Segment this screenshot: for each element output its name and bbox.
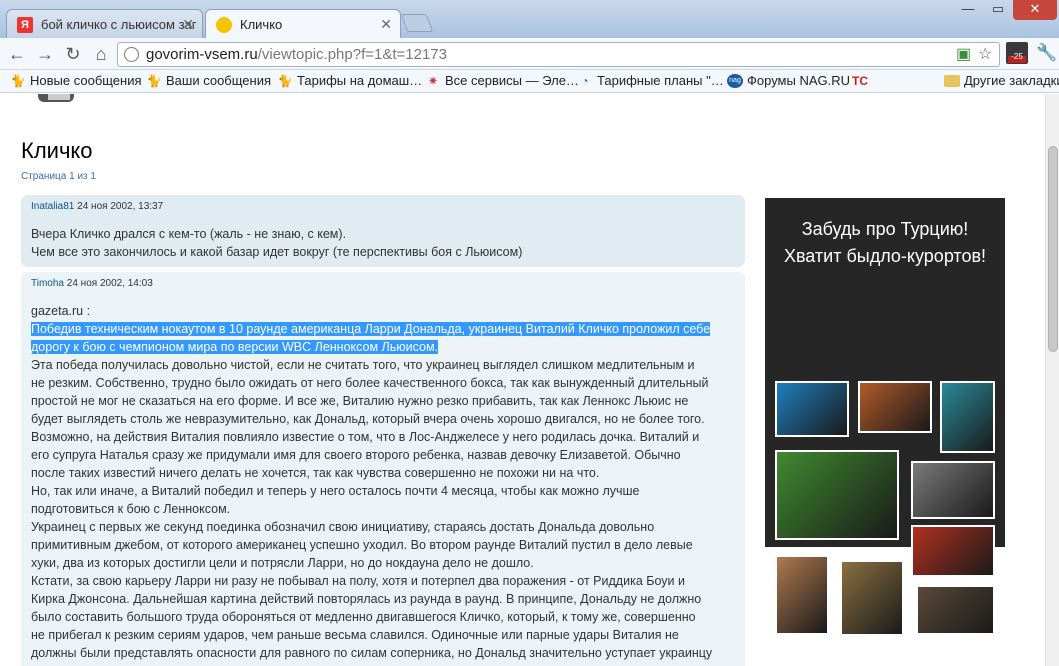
post-source: gazeta.ru : — [31, 304, 91, 318]
folder-icon — [944, 75, 960, 87]
vertical-scrollbar[interactable] — [1045, 94, 1059, 666]
tc-icon: TC — [852, 74, 868, 88]
bookmark-tariff-plans[interactable]: ◔ Тарифные планы "… — [577, 70, 723, 92]
post-line: простой не мог не сказаться на его форме… — [31, 394, 689, 408]
wrench-icon[interactable]: 🔧 — [1036, 43, 1057, 63]
post-line: будет выглядеть столь же невразумительно… — [31, 412, 705, 426]
post-line: Кирка Джонсона. Дальнейшая картина дейст… — [31, 592, 702, 606]
post-date: 24 ноя 2002, 14:03 — [66, 278, 153, 289]
heart-forest-photo[interactable] — [775, 450, 899, 540]
post-line: после таких известий ничего делать не хо… — [31, 466, 600, 480]
ad-title-line: Забудь про Турцию! — [801, 219, 969, 239]
cat-icon: 🐈 — [10, 74, 26, 88]
url-text: govorim-vsem.ru/viewtopic.php?f=1&t=1217… — [146, 46, 447, 63]
atoll-photo[interactable] — [775, 381, 849, 437]
bookmark-star-icon[interactable]: ☆ — [978, 47, 992, 63]
coast-aerial-photo[interactable] — [940, 381, 995, 453]
tab-current[interactable]: Кличко ✕ — [205, 9, 401, 38]
back-arrow-icon[interactable]: ← — [6, 43, 28, 65]
phone-icon: ◔ — [581, 74, 589, 88]
bookmark-nag-forums[interactable]: nag Форумы NAG.RU — [727, 70, 850, 92]
tab-search[interactable]: Я бой кличко с льюисом заг ✕ — [6, 9, 203, 38]
sunset-photo[interactable] — [858, 381, 932, 433]
maximize-button[interactable]: ▭ — [983, 0, 1013, 20]
close-window-button[interactable]: ✕ — [1013, 0, 1057, 20]
home-icon[interactable]: ⌂ — [90, 43, 112, 65]
post-meta: Inatalia81 24 ноя 2002, 13:37 — [31, 201, 163, 212]
selected-text[interactable]: дорогу к бою с чемпионом мира по версии … — [31, 338, 735, 356]
post-date: 24 ноя 2002, 13:37 — [77, 201, 164, 212]
ad-title: Забудь про Турцию! Хватит быдло-курортов… — [765, 216, 1005, 270]
new-tab-button[interactable] — [400, 14, 434, 32]
post-line: Вчера Кличко дрался с кем-то (жаль - не … — [31, 227, 347, 241]
post-line: хуки, два из которых достигли цели и пот… — [31, 556, 534, 570]
minimize-button[interactable]: — — [953, 0, 983, 20]
extension-icon[interactable]: -25 — [1006, 42, 1028, 64]
post-line: было составить большого труда оборонятьс… — [31, 610, 696, 624]
address-bar[interactable]: govorim-vsem.ru/viewtopic.php?f=1&t=1217… — [117, 42, 1000, 67]
bookmarks-bar: 🐈 Новые сообщения 🐈 Ваши сообщения 🐈 Тарифы… — [0, 70, 1059, 93]
red-car-photo[interactable] — [911, 525, 995, 577]
fish-photo[interactable] — [916, 585, 995, 635]
post-line: не прибегал к резким сериям ударов, чем … — [31, 628, 679, 642]
selected-text[interactable]: Победив техническим нокаутом в 10 раунде… — [31, 320, 735, 338]
close-tab-icon[interactable]: ✕ — [380, 10, 392, 38]
post-line: Но, так или иначе, а Виталий победил и т… — [31, 484, 640, 498]
bookmark-all-services[interactable]: ✷ Все сервисы — Эле… — [425, 70, 579, 92]
post-body: gazeta.ru : Победив техническим нокаутом… — [31, 302, 735, 662]
post-line: его супруга Наталья сразу же придумали и… — [31, 448, 681, 462]
cat-icon: 🐈 — [277, 74, 293, 88]
page-title: Кличко — [21, 138, 93, 163]
forum-post: Timoha 24 ноя 2002, 14:03 gazeta.ru : По… — [21, 272, 745, 666]
anchors-photo[interactable] — [911, 461, 995, 519]
bookmark-your-posts[interactable]: 🐈 Ваши сообщения — [146, 70, 272, 92]
tab-strip: Я бой кличко с льюисом заг ✕ Кличко ✕ — … — [0, 0, 1059, 38]
post-body: Вчера Кличко дрался с кем-то (жаль - не … — [31, 225, 735, 261]
bookmark-other-folder[interactable]: Другие закладки — [944, 70, 1059, 92]
translate-icon[interactable]: ▣ — [956, 47, 971, 63]
forward-arrow-icon[interactable]: → — [34, 43, 56, 65]
post-line: не резким. Собственно, трудно было ожида… — [31, 376, 709, 390]
post-author[interactable]: Inatalia81 — [31, 201, 74, 212]
post-line: должны были представлять опасности для р… — [31, 646, 713, 660]
bookmark-new-posts[interactable]: 🐈 Новые сообщения — [10, 70, 142, 92]
nag-icon: nag — [727, 74, 743, 88]
extension-badge: -25 — [1011, 52, 1023, 61]
ad-title-line: Хватит быдло-курортов! — [783, 246, 987, 266]
star-icon: ✷ — [427, 74, 439, 88]
post-line: Возможно, на действия Виталия повлияло и… — [31, 430, 700, 444]
post-line: подготовиться к бою с Ленноксом. — [31, 502, 231, 516]
forum-post: Inatalia81 24 ноя 2002, 13:37 Вчера Клич… — [21, 195, 745, 267]
pacman-icon — [216, 17, 232, 33]
petra-photo[interactable] — [775, 555, 829, 635]
close-tab-icon[interactable]: ✕ — [182, 10, 194, 38]
bookmark-home-tariffs[interactable]: 🐈 Тарифы на домаш… — [277, 70, 423, 92]
post-line: примитивным джебом, от которого американ… — [31, 538, 693, 552]
site-logo-fragment — [38, 94, 74, 102]
cat-icon: 🐈 — [146, 74, 162, 88]
post-line: Украинец с первых же секунд поединка обо… — [31, 520, 655, 534]
post-author[interactable]: Timoha — [31, 278, 64, 289]
post-line: Эта победа получилась довольно чистой, е… — [31, 358, 695, 372]
post-line: Чем все это закончилось и какой базар ид… — [31, 245, 523, 259]
post-line: Кстати, за свою карьеру Ларри ни разу не… — [31, 574, 685, 588]
sphere-sculpture-photo[interactable] — [840, 560, 904, 636]
ad-banner[interactable]: Забудь про Турцию! Хватит быдло-курортов… — [765, 198, 1005, 636]
yandex-icon: Я — [17, 17, 33, 33]
page-viewport: Кличко Страница 1 из 1 Inatalia81 24 ноя… — [0, 94, 1045, 666]
scrollbar-thumb[interactable] — [1048, 146, 1058, 352]
reload-icon[interactable]: ↻ — [62, 43, 84, 65]
pagination[interactable]: Страница 1 из 1 — [21, 171, 96, 182]
globe-icon — [124, 47, 139, 62]
tab-label: Кличко — [240, 17, 283, 32]
tab-label: бой кличко с льюисом заг — [41, 17, 197, 32]
toolbar: ← → ↻ ⌂ govorim-vsem.ru/viewtopic.php?f=… — [0, 38, 1059, 70]
bookmark-tc[interactable]: TC — [852, 70, 868, 92]
post-meta: Timoha 24 ноя 2002, 14:03 — [31, 278, 153, 289]
